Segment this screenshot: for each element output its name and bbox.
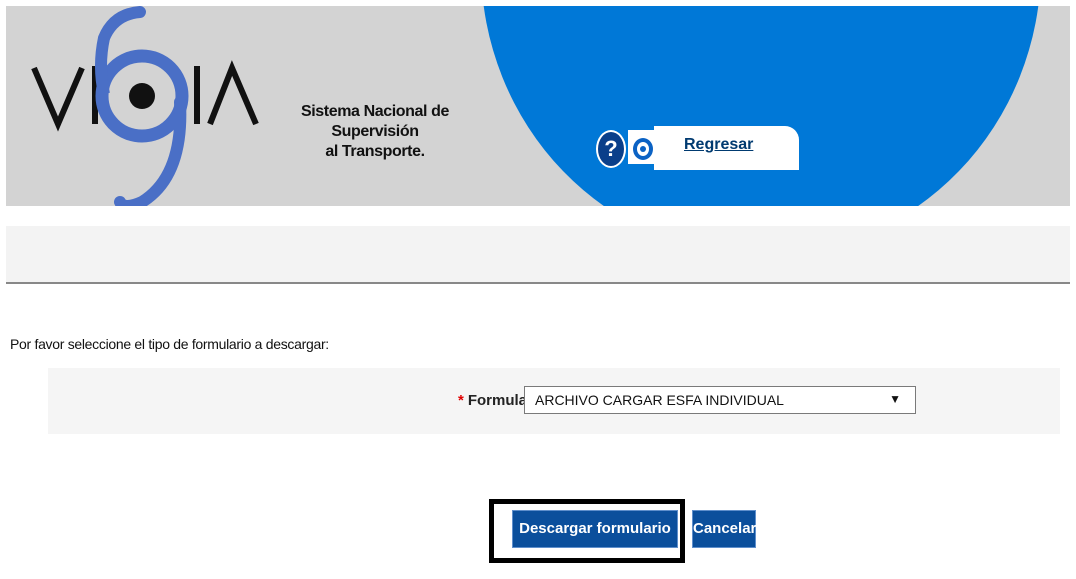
instruction-text: Por favor seleccione el tipo de formular… <box>10 336 329 352</box>
system-name: Sistema Nacional de Supervisión al Trans… <box>260 102 490 162</box>
help-icon[interactable]: ? <box>596 130 626 168</box>
system-name-line-1: Sistema Nacional de Supervisión <box>300 103 450 140</box>
header-blue-curve <box>481 6 1041 206</box>
form-row: * Formulario: ARCHIVO CARGAR ESFA INDIVID… <box>48 368 1060 434</box>
formulario-select[interactable]: ARCHIVO CARGAR ESFA INDIVIDUAL ▼ <box>524 386 916 414</box>
back-icon[interactable] <box>628 130 654 164</box>
cancel-button[interactable]: Cancelar <box>692 510 756 548</box>
system-name-line-2: al Transporte. <box>325 143 425 160</box>
vigia-logo <box>24 6 259 206</box>
divider <box>6 282 1070 284</box>
formulario-select-value: ARCHIVO CARGAR ESFA INDIVIDUAL <box>535 392 784 408</box>
back-link[interactable]: Regresar <box>684 136 753 154</box>
back-icon-dot <box>640 146 646 152</box>
page: Sistema Nacional de Supervisión al Trans… <box>6 6 1070 575</box>
header: Sistema Nacional de Supervisión al Trans… <box>6 6 1070 206</box>
download-form-button[interactable]: Descargar formulario <box>512 510 678 548</box>
chevron-down-icon: ▼ <box>889 392 901 406</box>
back-link-container: Regresar <box>654 126 799 170</box>
required-marker: * <box>458 392 464 409</box>
sub-header-band <box>6 226 1070 284</box>
